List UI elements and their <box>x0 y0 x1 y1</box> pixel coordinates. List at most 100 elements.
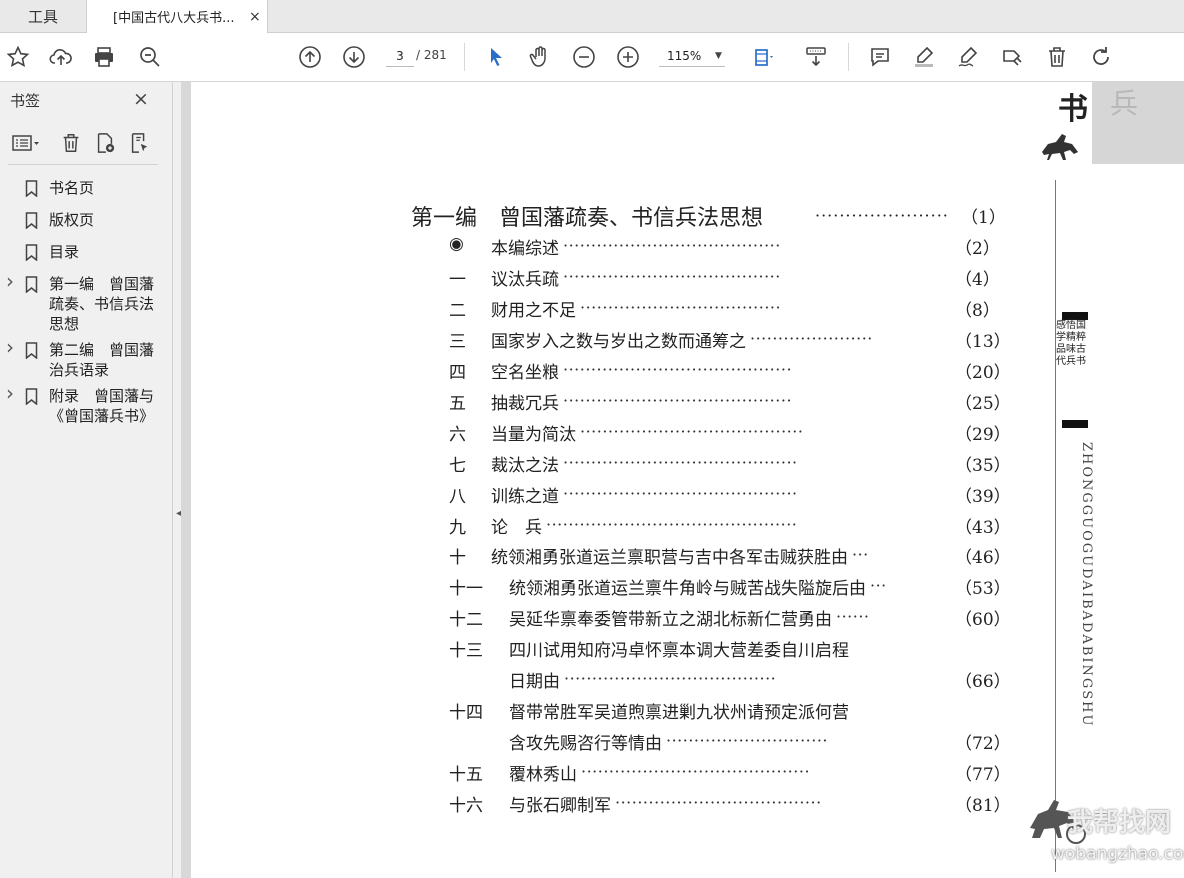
page-total: / 281 <box>416 48 447 62</box>
page-up-icon[interactable] <box>296 43 324 71</box>
toc-leader-dots: ········································… <box>563 484 798 503</box>
toc-entry-number: 二 <box>449 301 466 321</box>
bookmark-flag-icon <box>25 388 38 405</box>
toc-leader-dots: ········································ <box>580 422 804 441</box>
document-viewer[interactable]: 第一编 曾国藩疏奏、书信兵法思想 ······················ … <box>181 82 1184 878</box>
zoom-in-icon[interactable] <box>614 43 642 71</box>
toc-entry-page: （60） <box>955 610 1011 630</box>
toc-entry-title: 本编综述 <box>491 239 559 259</box>
toc-entry-title: 训练之道 <box>491 487 559 507</box>
toc-entry-page: （20） <box>955 363 1011 383</box>
book-spine-decoration: 兵 书 感悟国学精粹 品味古代兵书 ZHONGGUOGUDAIBADABINGS… <box>1030 82 1184 878</box>
toc-entry-title: 统领湘勇张道运兰禀牛角岭与贼苦战失隘旋后由 <box>509 579 866 599</box>
chevron-right-icon[interactable]: › <box>6 383 14 403</box>
page-down-icon[interactable] <box>340 43 368 71</box>
chevron-down-icon: ▼ <box>715 51 722 61</box>
bookmark-label: 第一编 曾国藩疏奏、书信兵法思想 <box>49 275 155 333</box>
hand-tool-icon[interactable] <box>526 43 554 71</box>
toc-entry-title: 议汰兵疏 <box>491 270 559 290</box>
horse-icon <box>1042 134 1078 160</box>
toc-leader-dots: ··· <box>852 545 869 564</box>
comment-icon[interactable] <box>866 43 894 71</box>
toc-entry: 八 训练之道 ···································… <box>449 482 1011 510</box>
toc-entry-page: （39） <box>955 487 1011 507</box>
toc-entry-number: 十四 <box>449 703 483 723</box>
toolbar-divider <box>848 43 849 71</box>
cloud-upload-icon[interactable] <box>47 43 75 71</box>
toc-entry-number: 十一 <box>449 579 483 599</box>
tab-document-title: [中国古代八大兵书... <box>113 11 235 26</box>
tab-bar: 工具 [中国古代八大兵书... × <box>0 0 1184 33</box>
toc-entry-page: （2） <box>955 239 1000 259</box>
toc-entry: 二 财用之不足 ··································… <box>449 296 1009 324</box>
bookmark-search-icon[interactable] <box>126 130 152 156</box>
toc-entry-page: （46） <box>955 548 1011 568</box>
toc-entry-title: 抽裁冗兵 <box>491 394 559 414</box>
toc-entry-number: 十六 <box>449 796 483 816</box>
toc-entry-page: （43） <box>955 518 1011 538</box>
add-bookmark-icon[interactable] <box>92 130 118 156</box>
tab-document[interactable]: [中国古代八大兵书... × <box>86 0 268 33</box>
toc-leader-dots: ······················ <box>750 329 873 348</box>
toc-entry-number: 十五 <box>449 765 483 785</box>
toc-leader-dots: ······································ <box>564 669 777 688</box>
site-watermark: 我帮找网 wobangzhao.com <box>1017 788 1184 878</box>
toc-leader-dots: ····························· <box>666 731 828 750</box>
toc-entry-number: 八 <box>449 487 466 507</box>
tab-tools[interactable]: 工具 <box>0 0 86 32</box>
chevron-right-icon[interactable]: › <box>6 271 14 291</box>
toc-entry-title: 与张石卿制军 <box>509 796 611 816</box>
spine-black-bar <box>1062 420 1088 428</box>
redo-icon[interactable] <box>1087 43 1115 71</box>
toc-entry: 含攻先赐咨行等情由 ····························· （7… <box>449 729 1011 757</box>
toc-entry-page: （35） <box>955 456 1011 476</box>
toc-entry-page: （66） <box>955 672 1011 692</box>
toc-entry-number: 九 <box>449 518 466 538</box>
toc-leader-dots: ········································… <box>581 762 811 781</box>
bookmark-toolbar <box>8 130 158 156</box>
toc-entry: 十三 四川试用知府冯卓怀禀本调大营差委自川启程 <box>449 636 1009 664</box>
page-number-input[interactable]: 3 <box>386 46 414 67</box>
toc-entry-title: 空名坐粮 <box>491 363 559 383</box>
toc-entry-title: 吴延华禀奉委管带新立之湖北标新仁营勇由 <box>509 610 832 630</box>
trash-icon[interactable] <box>58 130 84 156</box>
zoom-select[interactable]: 115% ▼ <box>659 46 725 67</box>
spine-big-char: 书 <box>1058 92 1088 127</box>
toc-entry-number: 十三 <box>449 641 483 661</box>
toc-entry-title: 日期由 <box>509 672 560 692</box>
trash-icon[interactable] <box>1043 43 1071 71</box>
stamp-icon[interactable] <box>998 43 1026 71</box>
toc-leader-dots: ······ <box>836 607 870 626</box>
toc-entry-number: 十 <box>449 548 466 568</box>
bookmark-label: 附录 曾国藩与《曾国藩兵书》 <box>49 387 155 425</box>
toc-entry: 十五 覆林秀山 ··································… <box>449 760 1011 788</box>
chevron-right-icon[interactable]: › <box>6 337 14 357</box>
select-cursor-icon[interactable] <box>482 43 510 71</box>
star-icon[interactable] <box>4 43 32 71</box>
toc-entry-title: 统领湘勇张道运兰禀职营与吉中各军击贼获胜由 <box>491 548 848 568</box>
zoom-search-icon[interactable] <box>136 43 164 71</box>
print-icon[interactable] <box>90 43 118 71</box>
toc-entry-number: ◉ <box>449 234 464 254</box>
zoom-out-icon[interactable] <box>570 43 598 71</box>
toc-entry-title: 财用之不足 <box>491 301 576 321</box>
toc-leader-dots: ········································… <box>563 360 793 379</box>
fit-page-icon[interactable] <box>750 43 778 71</box>
highlight-pen-icon[interactable] <box>910 43 938 71</box>
toc-entry: 九 论 兵 ····································… <box>449 513 1011 541</box>
toc-entry-number: 七 <box>449 456 466 476</box>
toc-entry-title: 四川试用知府冯卓怀禀本调大营差委自川启程 <box>509 641 849 661</box>
toc-entry-page: （72） <box>955 734 1011 754</box>
scroll-mode-icon[interactable] <box>802 43 830 71</box>
toc-leader-dots: ······································· <box>563 236 781 255</box>
bookmark-flag-icon <box>25 212 38 229</box>
bookmark-flag-icon <box>25 244 38 261</box>
close-icon[interactable]: × <box>133 88 149 110</box>
draw-sign-icon[interactable] <box>954 43 982 71</box>
toc-entry-number: 五 <box>449 394 466 414</box>
bookmark-options-button[interactable] <box>8 130 44 156</box>
spine-romanized-title: ZHONGGUOGUDAIBADABINGSHU <box>1079 442 1094 728</box>
toc-section-title: 第一编 曾国藩疏奏、书信兵法思想 <box>411 206 764 231</box>
tab-close-icon[interactable]: × <box>249 9 261 25</box>
spine-vertical-slogan: 感悟国学精粹 品味古代兵书 <box>1056 320 1086 367</box>
